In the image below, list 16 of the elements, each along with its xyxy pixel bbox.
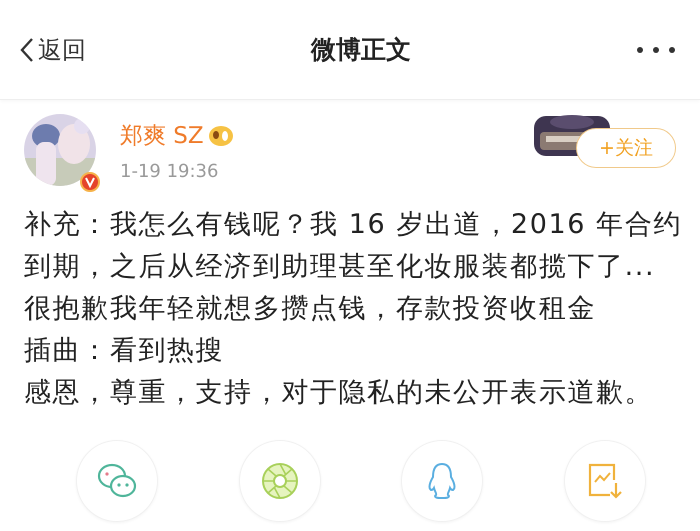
penguin-icon xyxy=(426,462,458,500)
member-badge-icon xyxy=(208,124,234,146)
more-icon[interactable] xyxy=(636,46,676,54)
author-name[interactable]: 郑爽 SZ xyxy=(120,120,204,151)
follow-button[interactable]: +关注 xyxy=(576,128,676,168)
post-text-line: 插曲：看到热搜 xyxy=(24,334,226,368)
back-button[interactable]: 返回 xyxy=(20,34,86,66)
back-icon xyxy=(20,36,34,62)
post-time: 1-19 19:36 xyxy=(120,161,220,182)
aperture-icon xyxy=(260,462,299,500)
post-text-line: 感恩，尊重，支持，对于隐私的未公开表示道歉。 xyxy=(24,376,654,410)
page-title: 微博正文 xyxy=(311,34,411,66)
chat-bubbles-icon xyxy=(97,463,137,499)
post-text-line: 很抱歉我年轻就想多攒点钱，存款投资收租金 xyxy=(24,292,597,326)
post-text-line: 到期，之后从经济到助理甚至化妆服装都揽下了... xyxy=(24,250,656,284)
post-text-line: 补充：我怎么有钱呢？我 16 岁出道，2016 年合约 xyxy=(24,208,676,242)
